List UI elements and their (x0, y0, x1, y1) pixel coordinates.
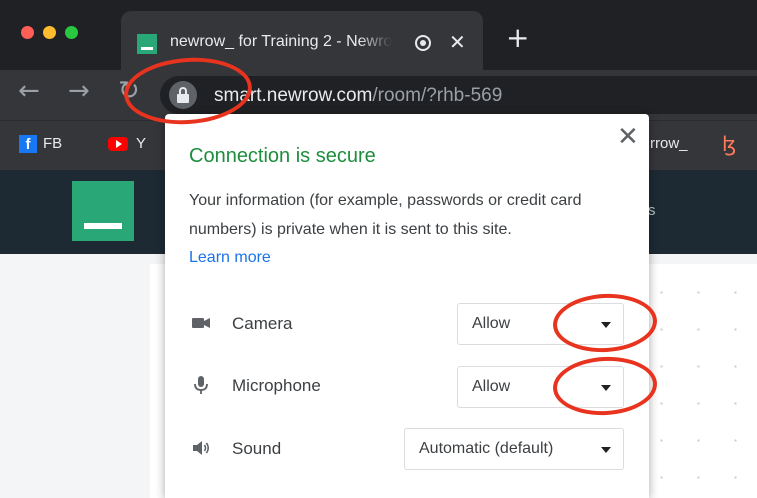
tab-title: newrow_ for Training 2 - Newrow (170, 33, 392, 50)
bookmark-youtube-label: Y (136, 135, 147, 152)
newrow-logo (72, 181, 134, 241)
maximize-window-button[interactable] (65, 26, 78, 39)
bookmark-fb[interactable]: f FB (19, 135, 63, 154)
popup-title: Connection is secure (189, 145, 376, 167)
youtube-icon (108, 137, 128, 152)
newrow-favicon-icon (137, 34, 157, 54)
bookmark-newrow[interactable]: rrow_ (650, 135, 688, 152)
learn-more-link[interactable]: Learn more (189, 249, 271, 267)
popup-description: Your information (for example, passwords… (189, 192, 582, 238)
url-text[interactable]: smart.newrow.com/room/?rhb-569 (214, 85, 502, 107)
chevron-down-icon (601, 447, 611, 453)
tab-strip: newrow_ for Training 2 - Newrow ✕ + (0, 0, 757, 70)
sound-permission-select[interactable]: Automatic (default) (404, 428, 624, 470)
camera-label: Camera (232, 314, 293, 333)
tab-close-icon[interactable]: ✕ (449, 30, 466, 54)
sound-label: Sound (232, 439, 282, 458)
camera-permission-value: Allow (472, 315, 511, 332)
close-icon[interactable]: ✕ (617, 122, 639, 152)
hubspot-icon[interactable]: ɮ (722, 132, 736, 156)
microphone-icon (194, 376, 208, 394)
new-tab-button[interactable]: + (506, 24, 529, 52)
microphone-permission-value: Allow (472, 378, 511, 395)
back-button[interactable]: ← (18, 76, 40, 106)
forward-button[interactable]: → (68, 76, 90, 106)
sound-permission-value: Automatic (default) (419, 440, 554, 457)
page-header-text: s (648, 202, 656, 219)
facebook-icon: f (19, 135, 37, 154)
camera-icon (192, 318, 210, 328)
recording-indicator-icon (415, 35, 431, 51)
bookmark-fb-label: FB (43, 135, 63, 152)
close-window-button[interactable] (21, 26, 34, 39)
browser-toolbar: ← → ↻ smart.newrow.com/room/?rhb-569 (0, 70, 757, 120)
speaker-icon (193, 441, 210, 455)
url-path: /room/?rhb-569 (372, 85, 503, 106)
bookmark-youtube[interactable]: Y (108, 135, 146, 152)
minimize-window-button[interactable] (43, 26, 56, 39)
microphone-label: Microphone (232, 376, 321, 395)
